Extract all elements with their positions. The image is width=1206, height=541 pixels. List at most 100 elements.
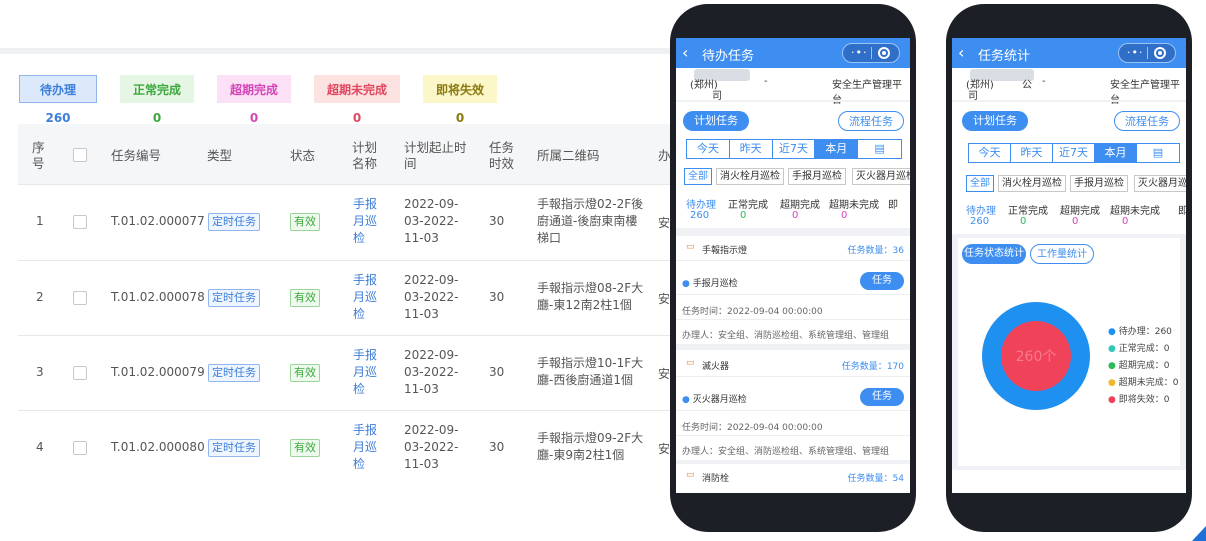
task-group-card: ▭ 滅火器 任务数量：170 ● 灭火器月巡检 任务 任务时间：2022-09-… <box>676 352 910 460</box>
legend-item: ● 超期未完成：0 <box>1108 378 1179 388</box>
chip-3[interactable]: 灭火器月巡检 <box>852 168 910 185</box>
stats-card: 任务状态统计 工作量统计 260个 ● 待办理：260 ● 正常完成：0 ● 超期完… <box>958 238 1180 466</box>
period-0[interactable]: 今天 <box>969 144 1011 162</box>
back-icon[interactable]: ‹ <box>682 43 688 62</box>
period-3[interactable]: 本月 <box>1095 144 1137 162</box>
count-label-2: 超期完成 <box>780 200 820 211</box>
group-icon: ▭ <box>686 358 695 368</box>
plan-task-button[interactable]: 计划任务 <box>962 111 1028 131</box>
top-divider-strip <box>0 48 700 54</box>
count-value-2: 0 <box>792 210 799 221</box>
period-2[interactable]: 近7天 <box>773 140 816 158</box>
task-button[interactable]: 任务 <box>860 388 904 406</box>
row-plan-link[interactable]: 手报 月巡检 <box>353 347 377 398</box>
select-all-checkbox[interactable] <box>73 148 87 162</box>
pill-pending[interactable]: 待办理260 <box>19 75 97 125</box>
row-period: 2022-09- 03-2022- 11-03 <box>404 423 459 471</box>
row-plan-link[interactable]: 手报 月巡检 <box>353 272 377 323</box>
period-1[interactable]: 昨天 <box>730 140 773 158</box>
chip-0[interactable]: 全部 <box>966 175 994 192</box>
row-divider <box>18 335 672 336</box>
category-chips: 全部消火栓月巡检手报月巡检灭火器月巡检 <box>962 175 1186 193</box>
task-handlers: 办理人：安全组、消防巡检组、系统管理组、管理组 <box>682 331 890 341</box>
row-period: 2022-09- 03-2022- 11-03 <box>404 348 459 396</box>
period-2[interactable]: 近7天 <box>1053 144 1095 162</box>
category-chips: 全部消火栓月巡检手报月巡检灭火器月巡检 <box>684 168 910 186</box>
period-0[interactable]: 今天 <box>687 140 730 158</box>
group-name: 滅火器 <box>702 362 730 372</box>
row-plan-link[interactable]: 手报 月巡检 <box>353 196 377 247</box>
legend-item: ● 待办理：260 <box>1108 327 1172 337</box>
plan-task-button[interactable]: 计划任务 <box>683 111 749 131</box>
legend-item: ● 正常完成：0 <box>1108 344 1170 354</box>
tab-workload-stats[interactable]: 工作量统计 <box>1030 244 1094 264</box>
task-handlers: 办理人：安全组、消防巡检组、系统管理组、管理组 <box>682 447 890 457</box>
pill-normal-done[interactable]: 正常完成0 <box>120 75 194 125</box>
header-index: 序号 <box>32 140 45 171</box>
row-checkbox[interactable] <box>73 291 87 305</box>
status-donut-chart: 260个 <box>982 302 1090 410</box>
row-checkbox[interactable] <box>73 441 87 455</box>
task-time: 任务时间：2022-09-04 00:00:00 <box>682 423 823 433</box>
tab-status-stats[interactable]: 任务状态统计 <box>962 244 1026 264</box>
chip-0[interactable]: 全部 <box>684 168 712 185</box>
corner-decoration <box>1192 526 1206 541</box>
calendar-icon[interactable]: ▤ <box>858 140 901 158</box>
pill-overdue-done[interactable]: 超期完成0 <box>217 75 291 125</box>
chip-1[interactable]: 消火栓月巡检 <box>998 175 1066 192</box>
close-circle-icon[interactable] <box>1154 47 1166 59</box>
period-selector: 今天 昨天 近7天 本月 ▤ <box>968 143 1180 163</box>
pill-expiring[interactable]: 即将失效0 <box>423 75 497 125</box>
pill-overdue-undone[interactable]: 超期未完成0 <box>314 75 400 125</box>
group-qty: 任务数量：36 <box>847 246 904 256</box>
calendar-icon[interactable]: ▤ <box>1137 144 1179 162</box>
phone2-navbar: ‹ 任务统计 ·•· <box>952 38 1186 68</box>
row-code: T.01.02.000080 <box>111 440 205 454</box>
task-group-card: ▭ 手報指示燈 任务数量：36 ● 手报月巡检 任务 任务时间：2022-09-… <box>676 236 910 344</box>
group-qty: 任务数量：170 <box>841 362 904 372</box>
group-name: 消防栓 <box>702 474 730 484</box>
chip-1[interactable]: 消火栓月巡检 <box>716 168 784 185</box>
row-checkbox[interactable] <box>73 366 87 380</box>
header-code: 任务编号 <box>111 148 162 163</box>
row-state-tag: 有效 <box>290 439 320 457</box>
more-icon[interactable]: ·•· <box>851 46 867 59</box>
task-button[interactable]: 任务 <box>860 272 904 290</box>
group-qty: 任务数量：54 <box>847 474 904 484</box>
row-state-tag: 有效 <box>290 364 320 382</box>
row-qr-location: 手報指示燈10-1F大 廳-西後廚通道1個 <box>537 356 644 387</box>
period-3[interactable]: 本月 <box>815 140 859 158</box>
org-name-mid: 公 <box>1022 80 1032 91</box>
chip-3[interactable]: 灭火器月巡检 <box>1134 175 1186 192</box>
count-label-1: 正常完成 <box>728 200 768 211</box>
phone2-screen: ‹ 任务统计 ·•· (郑州) 公 - 司 安全生产管理平台 计划任务 流程任务… <box>952 38 1186 493</box>
row-state-tag: 有效 <box>290 289 320 307</box>
mini-program-capsule[interactable]: ·•· <box>1118 43 1176 63</box>
row-effect: 30 <box>489 440 505 454</box>
back-icon[interactable]: ‹ <box>958 43 964 62</box>
chip-2[interactable]: 手报月巡检 <box>788 168 846 185</box>
count-label-3: 超期未完成 <box>1110 206 1160 217</box>
row-period: 2022-09- 03-2022- 11-03 <box>404 197 459 245</box>
row-plan-link[interactable]: 手报 月巡检 <box>353 422 377 473</box>
row-code: T.01.02.000077 <box>111 214 205 228</box>
legend-item: ● 超期完成：0 <box>1108 361 1170 371</box>
row-more: 安 <box>658 367 671 381</box>
task-name: ● 手报月巡检 <box>682 279 738 289</box>
period-1[interactable]: 昨天 <box>1011 144 1053 162</box>
more-icon[interactable]: ·•· <box>1127 46 1143 59</box>
flow-task-button[interactable]: 流程任务 <box>838 111 904 131</box>
row-type-tag: 定时任务 <box>208 213 260 231</box>
row-checkbox[interactable] <box>73 215 87 229</box>
flow-task-button[interactable]: 流程任务 <box>1114 111 1180 131</box>
donut-center-label: 260个 <box>1016 349 1057 365</box>
count-value-0: 260 <box>690 210 710 221</box>
row-qr-location: 手報指示燈08-2F大 廳-東12南2柱1個 <box>537 281 644 312</box>
mini-program-capsule[interactable]: ·•· <box>842 43 900 63</box>
chip-2[interactable]: 手报月巡检 <box>1070 175 1128 192</box>
close-circle-icon[interactable] <box>878 47 890 59</box>
row-divider <box>18 410 672 411</box>
header-more: 办 <box>658 148 671 163</box>
row-effect: 30 <box>489 214 505 228</box>
row-code: T.01.02.000079 <box>111 365 205 379</box>
